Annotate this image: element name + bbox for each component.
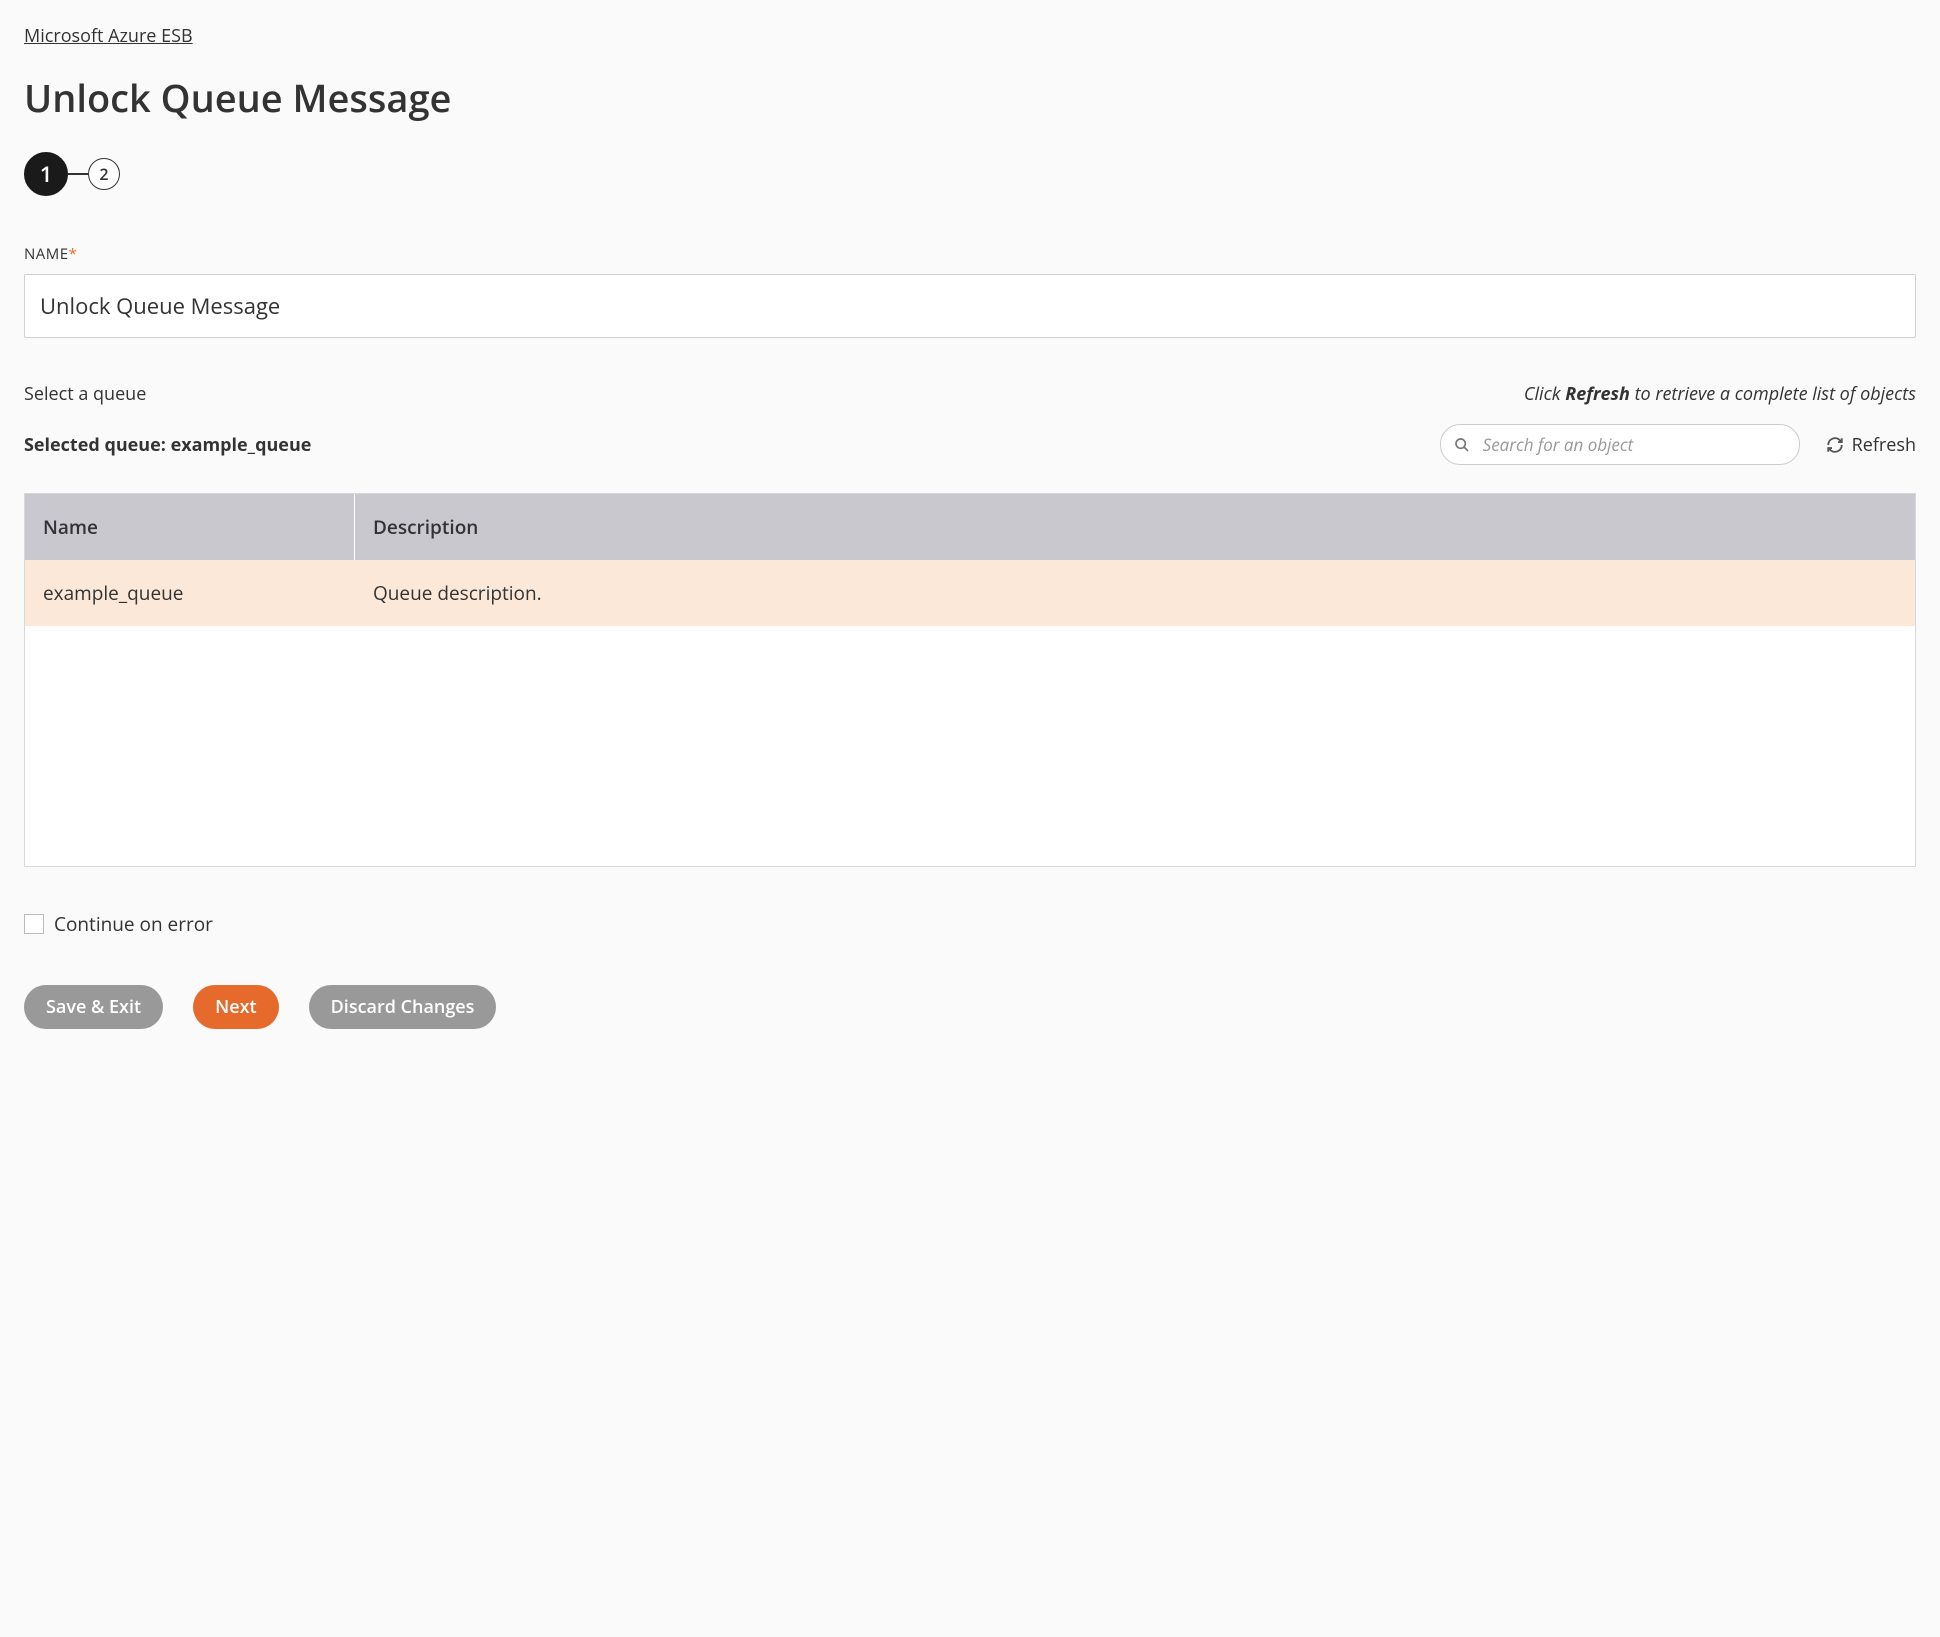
td-description: Queue description. (355, 560, 1915, 626)
th-name[interactable]: Name (25, 494, 355, 560)
search-input[interactable] (1440, 424, 1800, 465)
search-wrap (1440, 424, 1800, 465)
queue-table: Name Description example_queue Queue des… (24, 493, 1916, 867)
continue-on-error-checkbox[interactable] (24, 914, 44, 934)
step-connector (68, 173, 88, 175)
name-input[interactable] (24, 274, 1916, 338)
table-header: Name Description (25, 494, 1915, 560)
table-empty-area (25, 626, 1915, 866)
refresh-label: Refresh (1852, 433, 1916, 457)
select-queue-label: Select a queue (24, 382, 146, 406)
required-asterisk: * (69, 244, 78, 264)
td-name: example_queue (25, 560, 355, 626)
stepper: 1 2 (24, 152, 1916, 196)
step-1[interactable]: 1 (24, 152, 68, 196)
step-2[interactable]: 2 (88, 158, 120, 190)
table-row[interactable]: example_queue Queue description. (25, 560, 1915, 626)
refresh-button[interactable]: Refresh (1826, 433, 1916, 457)
page-title: Unlock Queue Message (24, 72, 1916, 124)
discard-changes-button[interactable]: Discard Changes (309, 985, 497, 1029)
refresh-hint: Click Refresh to retrieve a complete lis… (1524, 382, 1916, 406)
next-button[interactable]: Next (193, 985, 279, 1029)
th-description[interactable]: Description (355, 494, 1915, 560)
refresh-icon (1826, 436, 1844, 454)
search-icon (1454, 437, 1470, 453)
name-label: NAME* (24, 244, 1916, 264)
save-exit-button[interactable]: Save & Exit (24, 985, 163, 1029)
selected-queue-label: Selected queue: example_queue (24, 433, 311, 457)
breadcrumb-link[interactable]: Microsoft Azure ESB (24, 24, 193, 48)
continue-on-error-label: Continue on error (54, 911, 213, 937)
